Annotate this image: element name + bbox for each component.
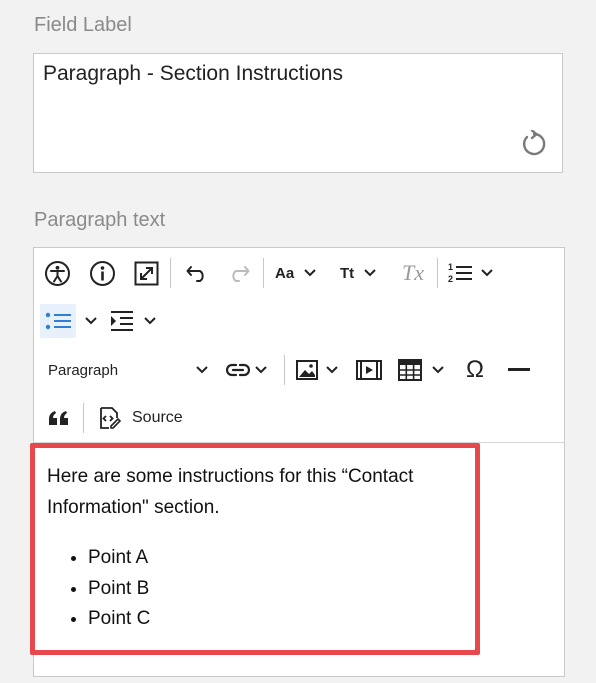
maximize-icon[interactable] [131,258,161,288]
chevron-down-icon [326,366,338,374]
media-icon[interactable] [354,355,384,385]
horizontal-line-icon[interactable] [504,355,534,385]
remove-format-icon: Tx [402,260,424,285]
chevron-down-icon [144,317,156,325]
editor-toolbar: Aa Tt Tx 1 2 Paragraph Ω Source [34,248,564,443]
redo-icon[interactable] [224,258,254,288]
field-label-value: Paragraph - Section Instructions [43,62,343,85]
chevron-down-icon [196,366,208,374]
list-item: Point A [88,543,150,574]
remove-format-button[interactable]: Tx [398,258,428,288]
text-style-dropdown[interactable]: Tt [340,258,390,288]
instructions-paragraph: Here are some instructions for this “Con… [47,466,414,518]
list-item: Point B [88,574,150,605]
indent-icon[interactable] [110,306,162,336]
link-icon[interactable] [226,355,276,385]
special-characters-button[interactable]: Ω [460,355,490,385]
rich-text-editor: Aa Tt Tx 1 2 Paragraph Ω Source Here are… [33,247,565,677]
font-size-label: Aa [275,264,295,282]
toolbar-separator [284,355,285,385]
text-style-label: Tt [340,264,355,282]
undo-icon[interactable] [182,258,212,288]
heading-select[interactable]: Paragraph [48,355,208,385]
chevron-down-icon [364,269,376,277]
chevron-down-icon [255,366,267,374]
toolbar-separator [437,258,438,288]
blockquote-icon[interactable] [44,403,74,433]
paragraph-text-heading: Paragraph text [34,209,166,231]
svg-text:1: 1 [448,262,453,272]
table-icon[interactable] [398,355,450,385]
omega-icon: Ω [466,356,484,383]
toolbar-separator [263,258,264,288]
font-size-dropdown[interactable]: Aa [275,258,325,288]
toolbar-separator [83,403,84,433]
chevron-down-icon [85,317,97,325]
field-label-input[interactable]: Paragraph - Section Instructions [33,53,563,173]
bulleted-list-icon[interactable] [42,306,108,336]
toolbar-separator [170,258,171,288]
chevron-down-icon [481,269,493,277]
chevron-down-icon [304,269,316,277]
source-button[interactable]: Source [98,403,190,433]
numbered-list-icon[interactable]: 1 2 [447,258,499,288]
chevron-down-icon [432,366,444,374]
reset-icon[interactable] [520,129,548,158]
heading-select-value: Paragraph [48,361,119,379]
svg-text:2: 2 [448,274,453,284]
image-icon[interactable] [296,355,346,385]
editor-content-area[interactable]: Here are some instructions for this “Con… [34,443,564,683]
source-code-icon [100,407,122,429]
accessibility-icon[interactable] [42,258,72,288]
source-label: Source [132,409,183,426]
info-icon[interactable] [87,258,117,288]
list-item: Point C [88,604,150,635]
field-label-heading: Field Label [34,14,132,36]
bullet-list: Point A Point B Point C [47,543,150,635]
